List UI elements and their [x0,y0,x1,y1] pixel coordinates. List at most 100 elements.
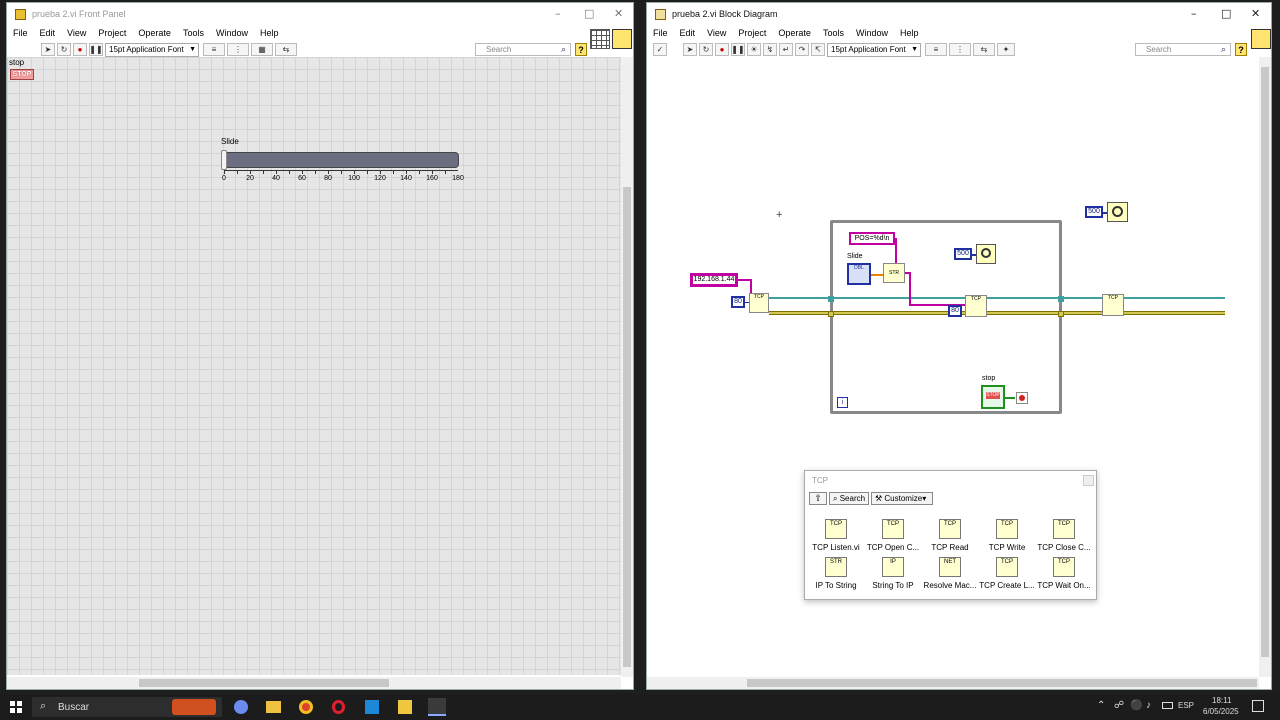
copilot-icon[interactable] [234,700,248,714]
tcp-close-connection-node[interactable]: TCP [1102,294,1124,316]
palette-item[interactable]: TCP TCP Write [978,519,1036,552]
pause-icon[interactable]: ❚❚ [731,43,745,56]
abort-icon[interactable]: ● [73,43,87,56]
bd-horizontal-scrollbar[interactable] [647,677,1259,689]
reorder-icon[interactable]: ⇆ [275,43,297,56]
microphone-icon[interactable]: ⚫ [1130,700,1142,711]
abort-icon[interactable]: ● [715,43,729,56]
tcp-open-connection-node[interactable]: TCP [749,293,769,313]
step-into-icon[interactable]: ↵ [779,43,793,56]
menu-project[interactable]: Project [98,28,126,38]
tcp-write-node[interactable]: TCP [965,295,987,317]
language-indicator[interactable]: ESP [1178,701,1194,710]
stop-button[interactable]: STOP [10,69,34,80]
minimize-icon[interactable]: – [555,7,561,20]
wait-ms-function-icon[interactable] [1107,202,1128,222]
run-continuous-icon[interactable]: ↻ [57,43,71,56]
align-objects-icon[interactable]: ≡ [925,43,947,56]
menu-help[interactable]: Help [260,28,279,38]
palette-item[interactable]: TCP TCP Close C... [1035,519,1093,552]
palette-close-icon[interactable] [1083,475,1094,486]
format-into-string-node[interactable]: STR [883,263,905,283]
opera-icon[interactable] [332,700,345,714]
slide-track[interactable] [221,152,459,168]
notifications-icon[interactable] [1252,700,1264,712]
help-icon[interactable]: ? [575,43,587,56]
wait-ms-constant-outer[interactable]: 500 [1085,206,1103,218]
help-icon[interactable]: ? [1235,43,1247,56]
loop-condition-icon[interactable] [1016,392,1028,404]
battery-icon[interactable] [1162,702,1173,709]
palette-item[interactable]: TCP TCP Open C... [864,519,922,552]
vscode-icon[interactable] [365,700,379,714]
cleanup-diagram-icon[interactable]: ✦ [997,43,1015,56]
vi-icon[interactable] [1251,29,1271,49]
taskbar-search-box[interactable]: ⌕ Buscar [32,697,222,717]
ip-address-constant[interactable]: 192.168.1.44 [690,273,738,287]
while-loop[interactable]: POS=%d\n Slide DBL STR 500 80 TCP i stop… [828,220,1064,414]
fp-vscroll-thumb[interactable] [623,187,631,667]
search-input[interactable]: Search ⌕ [1135,43,1231,56]
menu-view[interactable]: View [707,28,726,38]
run-continuous-icon[interactable]: ↻ [699,43,713,56]
port-constant[interactable]: 80 [731,296,745,308]
maximize-icon[interactable]: □ [1221,7,1231,20]
chrome-icon[interactable] [299,700,313,714]
palette-item[interactable]: NET Resolve Mac... [921,557,979,590]
menu-file[interactable]: File [653,28,668,38]
palette-up-button[interactable]: ⇧ [809,492,827,505]
retain-wire-values-icon[interactable]: ↯ [763,43,777,56]
front-panel-canvas[interactable]: stop STOP Slide 0 20 40 60 80 100 120 140 160 180 [7,57,622,675]
palette-customize-button[interactable]: ⚒ Customize▾ [871,492,933,505]
menu-window[interactable]: Window [216,28,248,38]
bd-vertical-scrollbar[interactable] [1259,57,1271,677]
highlight-execution-icon[interactable]: ☀ [747,43,761,56]
fp-hscroll-thumb[interactable] [139,679,389,687]
menu-file[interactable]: File [13,28,28,38]
run-arrow-icon[interactable]: ➤ [683,43,697,56]
wait-ms-inner-icon[interactable] [976,244,996,264]
distribute-objects-icon[interactable]: ⋮ [227,43,249,56]
maximize-icon[interactable]: □ [584,7,594,20]
palette-item[interactable]: IP String To IP [864,557,922,590]
start-windows-icon[interactable] [10,701,22,713]
menu-tools[interactable]: Tools [823,28,844,38]
bd-hscroll-thumb[interactable] [747,679,1257,687]
menu-help[interactable]: Help [900,28,919,38]
clock-time[interactable]: 18:11 [1212,696,1231,705]
palette-search-button[interactable]: ⌕ Search [829,492,869,505]
close-icon[interactable]: ✕ [1251,7,1260,20]
slide-thumb[interactable] [221,150,227,170]
write-timeout-constant[interactable]: 80 [948,305,962,317]
labview-taskbar-icon[interactable] [398,700,412,714]
tray-chevron-up-icon[interactable]: ⌃ [1097,700,1105,711]
pause-icon[interactable]: ❚❚ [89,43,103,56]
labview-active-taskbar-icon[interactable] [428,698,446,716]
menu-tools[interactable]: Tools [183,28,204,38]
palette-item[interactable]: STR IP To String [807,557,865,590]
format-string-constant[interactable]: POS=%d\n [849,232,895,245]
slide-terminal[interactable]: DBL [847,263,871,285]
network-icon[interactable]: ☍ [1114,700,1124,711]
fp-vertical-scrollbar[interactable] [621,57,633,677]
minimize-icon[interactable]: – [1191,7,1197,20]
step-over-icon[interactable]: ↷ [795,43,809,56]
reorder-icon[interactable]: ⇆ [973,43,995,56]
palette-item[interactable]: TCP TCP Create L... [978,557,1036,590]
palette-item[interactable]: TCP TCP Read [921,519,979,552]
font-selector[interactable]: 15pt Application Font ▼ [105,42,199,57]
distribute-objects-icon[interactable]: ⋮ [949,43,971,56]
fp-horizontal-scrollbar[interactable] [7,677,621,689]
resize-objects-icon[interactable]: ▦ [251,43,273,56]
menu-edit[interactable]: Edit [680,28,696,38]
menu-edit[interactable]: Edit [40,28,56,38]
checkmark-icon[interactable]: ✓ [653,43,667,56]
menu-project[interactable]: Project [738,28,766,38]
menu-view[interactable]: View [67,28,86,38]
vi-icon[interactable] [612,29,632,49]
menu-window[interactable]: Window [856,28,888,38]
file-explorer-icon[interactable] [266,701,281,713]
wait-ms-constant-inner[interactable]: 500 [954,248,972,260]
palette-item[interactable]: TCP TCP Listen.vi [807,519,865,552]
clock-date[interactable]: 6/05/2025 [1203,707,1239,716]
